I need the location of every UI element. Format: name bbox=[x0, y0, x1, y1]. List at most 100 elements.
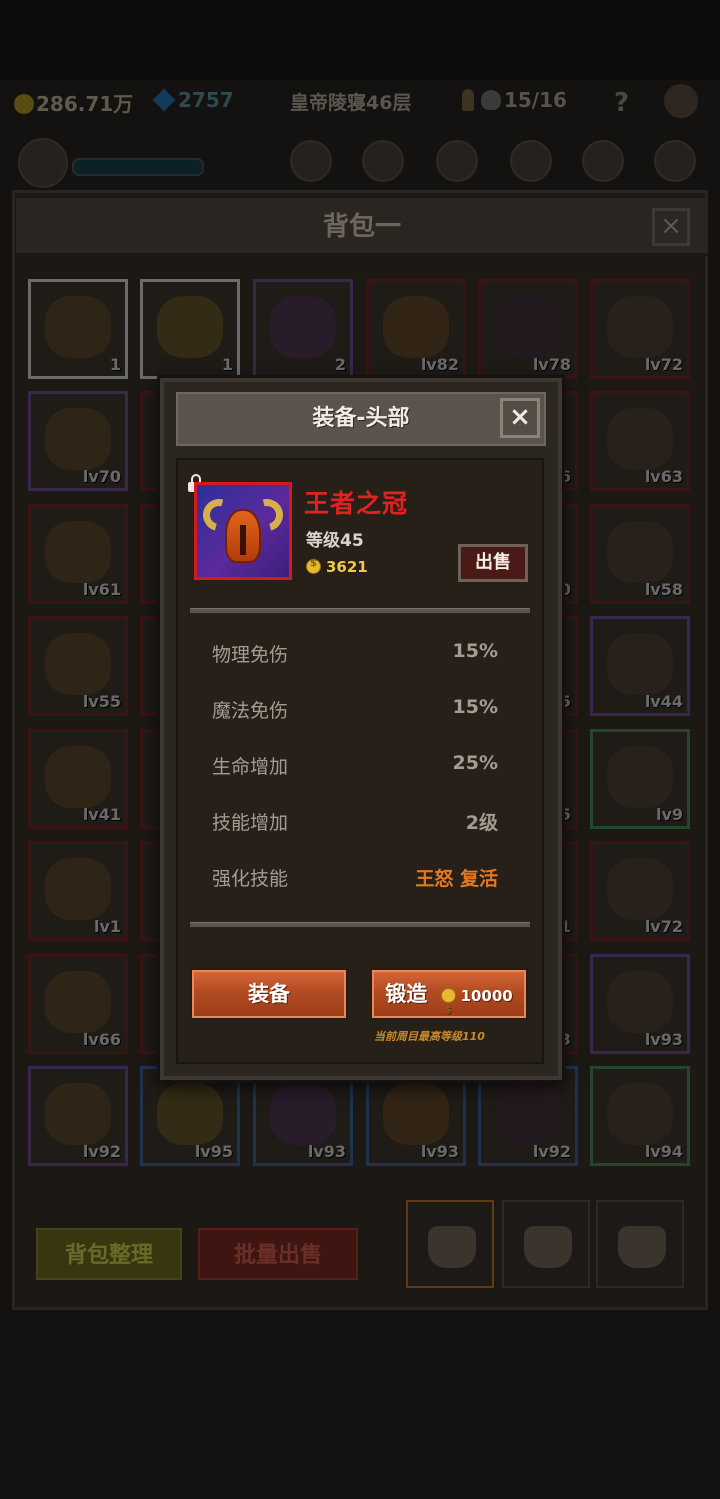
hero-row bbox=[0, 136, 720, 190]
bag-tab-3[interactable] bbox=[596, 1200, 684, 1288]
inventory-slot[interactable]: lv95 bbox=[140, 1066, 240, 1166]
party-slot-5[interactable] bbox=[582, 140, 624, 182]
item-thumbnail-icon bbox=[607, 633, 673, 695]
slot-label: 2 bbox=[334, 355, 346, 374]
stat-value: 25% bbox=[452, 752, 498, 774]
bag-icon bbox=[524, 1226, 572, 1268]
inventory-slot[interactable]: lv55 bbox=[28, 616, 128, 716]
item-level: 等级45 bbox=[306, 531, 364, 551]
inventory-slot[interactable]: lv94 bbox=[590, 1066, 690, 1166]
forge-label: 锻造 bbox=[385, 982, 428, 1006]
key-amount: 15/16 bbox=[503, 88, 567, 112]
item-thumbnail-icon bbox=[45, 521, 111, 583]
inventory-slot[interactable]: lv41 bbox=[28, 729, 128, 829]
bag-header: 背包一 bbox=[16, 198, 708, 256]
bag-icon bbox=[618, 1226, 666, 1268]
inventory-slot[interactable]: lv82 bbox=[366, 279, 466, 379]
settings-icon[interactable] bbox=[664, 84, 698, 118]
inventory-slot[interactable]: lv92 bbox=[478, 1066, 578, 1166]
max-level-hint: 当前周目最高等级110 bbox=[374, 1030, 485, 1043]
resource-bar: 286.71万 2757 皇帝陵寝46层 15/16 ? bbox=[0, 82, 720, 122]
stat-label: 生命增加 bbox=[212, 756, 289, 778]
item-price: 3621 bbox=[306, 558, 368, 576]
inventory-slot[interactable]: lv66 bbox=[28, 954, 128, 1054]
gold-coin-icon bbox=[306, 558, 321, 574]
stat-value: 15% bbox=[452, 640, 498, 662]
inventory-slot[interactable]: lv58 bbox=[590, 504, 690, 604]
item-thumbnail-icon bbox=[607, 408, 673, 470]
bag-close-button[interactable]: × bbox=[652, 208, 690, 246]
top-band bbox=[0, 0, 720, 80]
tidy-bag-button[interactable]: 背包整理 bbox=[36, 1228, 182, 1280]
slot-label: lv55 bbox=[82, 692, 121, 711]
item-thumbnail-icon bbox=[607, 746, 673, 808]
item-thumbnail-icon bbox=[45, 408, 111, 470]
stat-label: 物理免伤 bbox=[212, 644, 289, 666]
slot-label: lv70 bbox=[82, 467, 121, 486]
dialog-close-button[interactable]: × bbox=[500, 398, 540, 438]
gold-coin-icon bbox=[440, 987, 456, 1035]
item-thumbnail-icon bbox=[383, 1083, 449, 1145]
inventory-slot[interactable]: lv93 bbox=[366, 1066, 466, 1166]
item-thumbnail-icon bbox=[270, 296, 336, 358]
slot-label: lv66 bbox=[82, 1030, 121, 1049]
floor-label: 皇帝陵寝46层 bbox=[290, 92, 412, 114]
slot-label: lv44 bbox=[644, 692, 683, 711]
slot-label: 1 bbox=[221, 355, 233, 374]
helmet-shape bbox=[225, 509, 261, 563]
dialog-title: 装备-头部 bbox=[312, 406, 410, 431]
inventory-slot[interactable]: lv1 bbox=[28, 841, 128, 941]
slot-label: lv93 bbox=[420, 1142, 459, 1161]
inventory-slot[interactable]: lv63 bbox=[590, 391, 690, 491]
slot-label: lv61 bbox=[82, 580, 121, 599]
gem-counter: 2757 bbox=[152, 88, 234, 112]
item-thumbnail-icon bbox=[270, 1083, 336, 1145]
horned-helmet-icon bbox=[197, 493, 289, 571]
inventory-slot[interactable]: 2 bbox=[253, 279, 353, 379]
inventory-slot[interactable]: lv78 bbox=[478, 279, 578, 379]
inventory-slot[interactable]: lv61 bbox=[28, 504, 128, 604]
sell-button[interactable]: 出售 bbox=[458, 544, 528, 582]
hero-hp-bar bbox=[72, 158, 204, 176]
item-thumbnail-icon bbox=[607, 296, 673, 358]
inventory-slot[interactable]: lv93 bbox=[590, 954, 690, 1054]
item-thumbnail-icon bbox=[45, 858, 111, 920]
inventory-slot[interactable]: lv72 bbox=[590, 841, 690, 941]
hero-avatar[interactable] bbox=[18, 138, 68, 188]
inventory-slot[interactable]: 1 bbox=[28, 279, 128, 379]
item-thumbnail-icon bbox=[607, 1083, 673, 1145]
item-price-value: 3621 bbox=[326, 558, 368, 576]
party-slot-3[interactable] bbox=[436, 140, 478, 182]
bag-title: 背包一 bbox=[322, 212, 401, 242]
forge-button[interactable]: 锻造 10000 bbox=[370, 968, 528, 1035]
slot-label: lv9 bbox=[655, 805, 683, 824]
item-name: 王者之冠 bbox=[304, 489, 409, 518]
forge-cost-value: 10000 bbox=[460, 987, 513, 1005]
inventory-slot[interactable]: lv70 bbox=[28, 391, 128, 491]
slot-label: lv92 bbox=[532, 1142, 571, 1161]
party-slot-6[interactable] bbox=[654, 140, 696, 182]
batch-sell-button[interactable]: 批量出售 bbox=[198, 1228, 358, 1280]
item-thumbnail-icon bbox=[45, 296, 111, 358]
slot-label: lv95 bbox=[194, 1142, 233, 1161]
help-button[interactable]: ? bbox=[614, 88, 629, 118]
inventory-slot[interactable]: lv92 bbox=[28, 1066, 128, 1166]
item-thumbnail-icon bbox=[495, 1083, 561, 1145]
party-slot-2[interactable] bbox=[362, 140, 404, 182]
inventory-slot[interactable]: lv9 bbox=[590, 729, 690, 829]
party-slot-1[interactable] bbox=[290, 140, 332, 182]
slot-label: lv72 bbox=[644, 355, 683, 374]
item-thumbnail-icon bbox=[383, 296, 449, 358]
dialog-header: 装备-头部 bbox=[176, 392, 546, 446]
bag-tab-1[interactable] bbox=[406, 1200, 494, 1288]
item-thumbnail-icon bbox=[157, 1083, 223, 1145]
bag-tab-2[interactable] bbox=[502, 1200, 590, 1288]
party-slot-4[interactable] bbox=[510, 140, 552, 182]
inventory-slot[interactable]: lv93 bbox=[253, 1066, 353, 1166]
equip-button[interactable]: 装备 bbox=[190, 968, 348, 1020]
forge-cost: 10000 bbox=[440, 987, 513, 1035]
inventory-slot[interactable]: 1 bbox=[140, 279, 240, 379]
slot-label: lv92 bbox=[82, 1142, 121, 1161]
inventory-slot[interactable]: lv44 bbox=[590, 616, 690, 716]
inventory-slot[interactable]: lv72 bbox=[590, 279, 690, 379]
